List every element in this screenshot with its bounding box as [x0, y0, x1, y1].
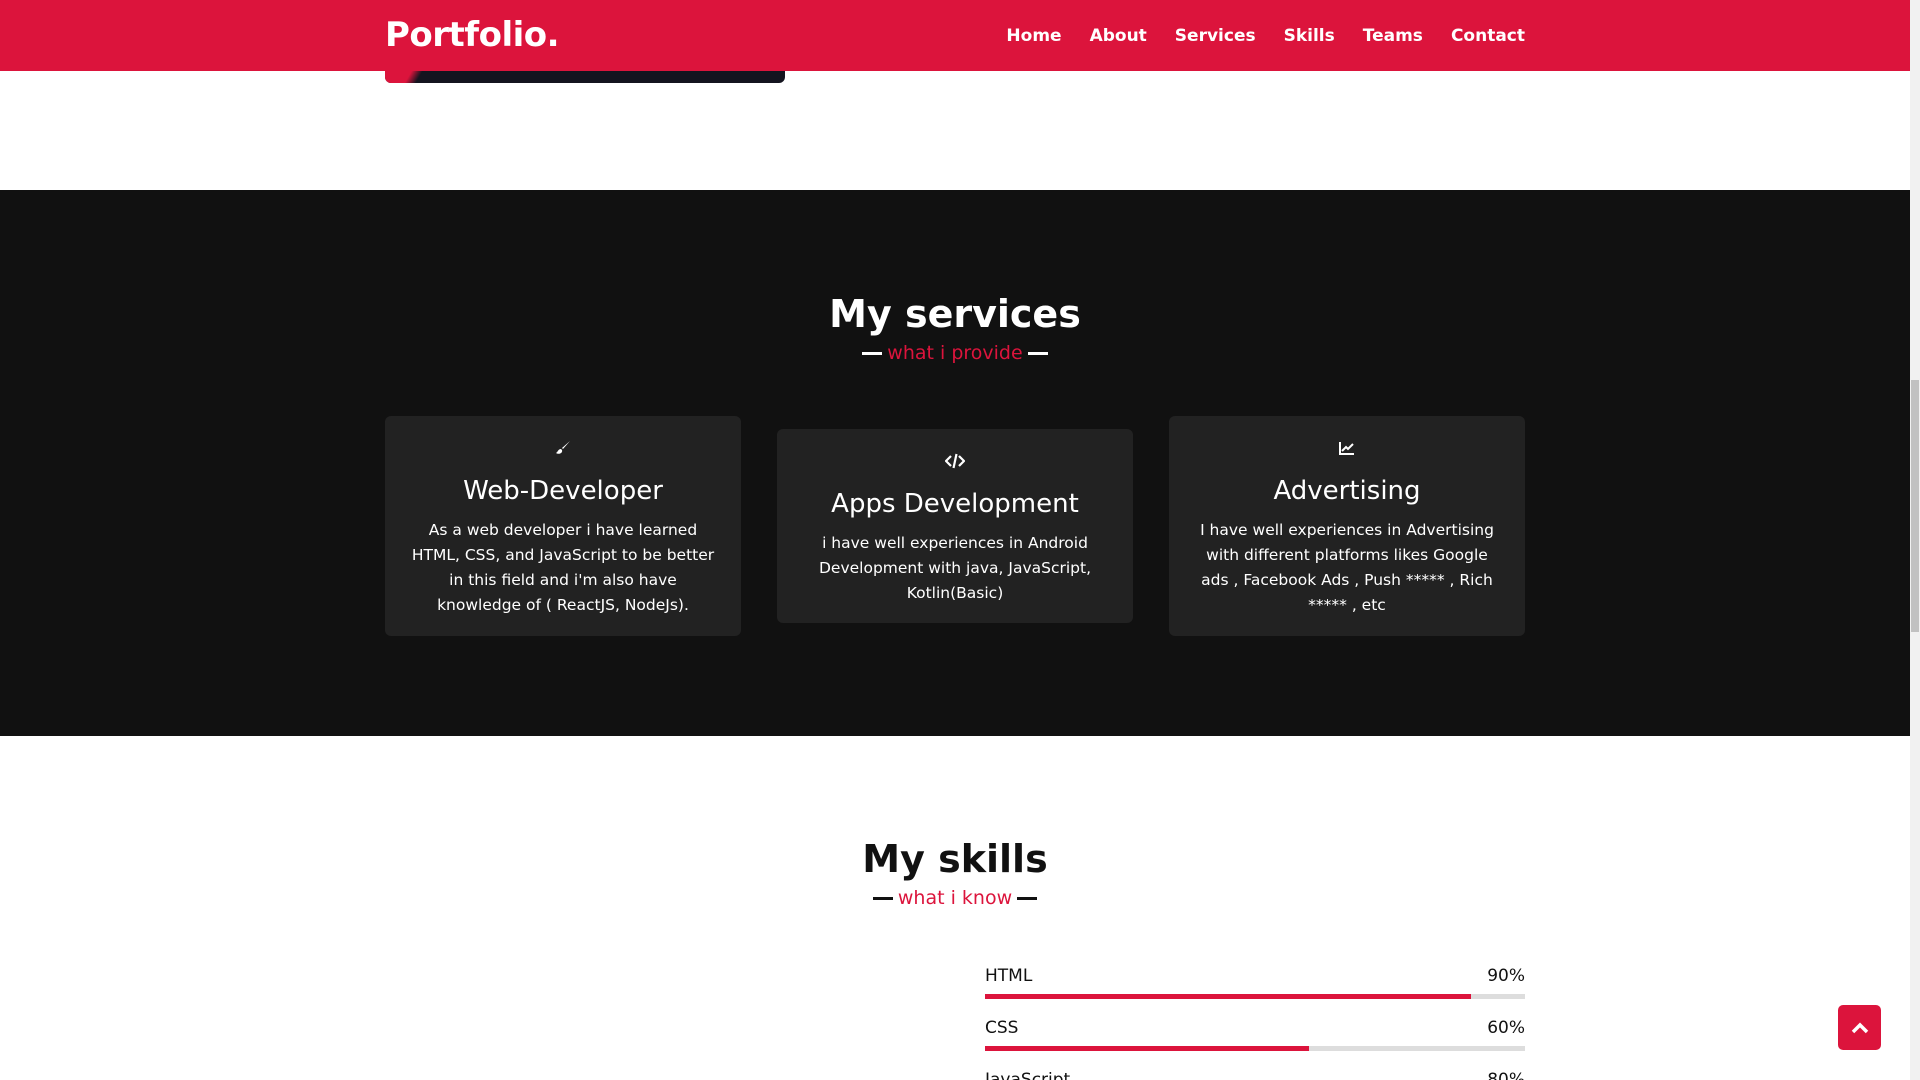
skill-bar-css: CSS 60%	[985, 1016, 1525, 1051]
service-card-advertising: Advertising I have well experiences in A…	[1169, 416, 1525, 636]
nav-link-contact[interactable]: Contact	[1451, 26, 1525, 46]
service-title: Web-Developer	[463, 476, 663, 506]
service-title: Advertising	[1273, 476, 1421, 506]
paintbrush-icon	[407, 438, 719, 458]
nav-link-about[interactable]: About	[1090, 26, 1147, 46]
skill-bar-html: HTML 90%	[985, 964, 1525, 999]
chevron-up-icon	[1851, 1022, 1868, 1033]
nav-link-teams[interactable]: Teams	[1363, 26, 1423, 46]
service-card-apps-development: Apps Development i have well experiences…	[777, 429, 1133, 623]
services-section: My services what i provide Web-Developer…	[0, 190, 1910, 736]
navbar: Portfolio. Home About Services Skills Te…	[0, 0, 1910, 71]
skill-percent: 90%	[1487, 966, 1525, 986]
nav-link-skills[interactable]: Skills	[1284, 26, 1335, 46]
skills-title: My skills	[862, 837, 1048, 881]
skills-subtitle: what i know	[0, 885, 1910, 911]
skill-fill	[985, 1046, 1309, 1051]
nav-links: Home About Services Skills Teams Contact	[1006, 0, 1525, 71]
skill-track	[985, 1046, 1525, 1051]
service-card-web-developer: Web-Developer As a web developer i have …	[385, 416, 741, 636]
nav-link-home[interactable]: Home	[1006, 26, 1061, 46]
scrollbar-track[interactable]	[1910, 0, 1920, 1080]
scrollbar-thumb[interactable]	[1911, 380, 1919, 632]
skill-bar-javascript: JavaScript 80%	[985, 1068, 1525, 1080]
service-text: I have well experiences in Advertising w…	[1200, 521, 1494, 614]
scroll-to-top-button[interactable]	[1838, 1005, 1881, 1050]
skill-name: JavaScript	[985, 1070, 1071, 1080]
services-title: My services	[829, 292, 1081, 336]
code-icon	[799, 451, 1111, 471]
skill-name: CSS	[985, 1018, 1019, 1038]
skill-track	[985, 994, 1525, 999]
nav-link-services[interactable]: Services	[1175, 26, 1256, 46]
skill-name: HTML	[985, 966, 1033, 986]
brand-logo[interactable]: Portfolio.	[385, 10, 560, 60]
service-text: i have well experiences in Android Devel…	[818, 534, 1092, 602]
service-text: As a web developer i have learned HTML, …	[411, 521, 715, 614]
skill-percent: 60%	[1487, 1018, 1525, 1038]
chart-line-icon	[1191, 438, 1503, 458]
services-subtitle: what i provide	[0, 340, 1910, 366]
service-title: Apps Development	[831, 489, 1079, 519]
skill-percent: 80%	[1487, 1070, 1525, 1080]
skill-fill	[985, 994, 1471, 999]
